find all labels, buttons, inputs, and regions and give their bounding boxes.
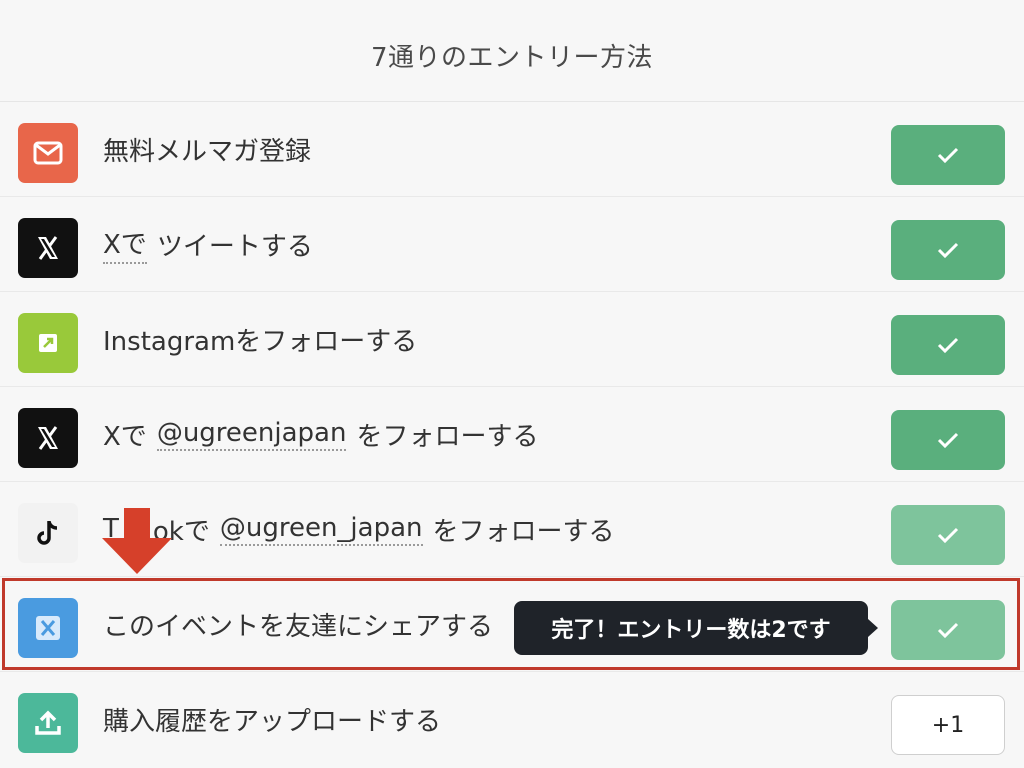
check-icon (937, 242, 959, 258)
entry-row-upload-purchase[interactable]: 購入履歴をアップロードする +1 (0, 672, 1024, 767)
entry-label: Instagramをフォローする (103, 326, 418, 357)
entry-done-button[interactable] (891, 505, 1005, 565)
entry-label-text: ツイートする (156, 231, 313, 262)
arrow-down-icon (102, 508, 172, 574)
entry-done-button[interactable] (891, 410, 1005, 470)
entry-done-button[interactable] (891, 220, 1005, 280)
entry-done-button[interactable] (891, 125, 1005, 185)
entry-methods-panel: 7通りのエントリー方法 無料メルマガ登録 Xで ツイートする Instagramを… (0, 0, 1024, 768)
entry-label-suffix: をフォローする (356, 421, 539, 452)
entry-row-newsletter[interactable]: 無料メルマガ登録 (0, 102, 1024, 197)
check-icon (937, 147, 959, 163)
account-handle: @ugreenjapan (156, 418, 347, 451)
x-logo-icon (18, 598, 78, 658)
entry-label: Tokで @ugreen_japan をフォローする (103, 482, 615, 576)
check-icon (937, 622, 959, 638)
entry-label: このイベントを友達にシェアする (103, 611, 494, 642)
account-handle: @ugreen_japan (219, 513, 423, 546)
check-icon (937, 527, 959, 543)
entry-plus-button[interactable]: +1 (891, 695, 1005, 755)
tooltip-tail (868, 619, 878, 637)
x-logo-icon (18, 218, 78, 278)
check-icon (937, 337, 959, 353)
entry-label: Xで ツイートする (103, 197, 313, 291)
external-link-icon (18, 313, 78, 373)
entry-methods-header: 7通りのエントリー方法 (0, 10, 1024, 102)
entry-label-prefix: Xで (103, 224, 147, 264)
check-icon (937, 432, 959, 448)
entry-done-button[interactable] (891, 315, 1005, 375)
x-logo-icon (18, 408, 78, 468)
entry-row-x-tweet[interactable]: Xで ツイートする (0, 197, 1024, 292)
page-title: 7通りのエントリー方法 (370, 43, 654, 73)
tiktok-icon (18, 503, 78, 563)
upload-icon (18, 693, 78, 753)
entry-row-x-follow[interactable]: Xで @ugreenjapan をフォローする (0, 387, 1024, 482)
entry-label-prefix: Xで (103, 421, 147, 452)
completion-tooltip: 完了！エントリー数は2です (514, 601, 868, 655)
entry-done-button[interactable] (891, 600, 1005, 660)
mail-icon (18, 123, 78, 183)
entry-label-suffix: をフォローする (432, 516, 615, 547)
entry-row-instagram[interactable]: Instagramをフォローする (0, 292, 1024, 387)
entry-label: 無料メルマガ登録 (103, 136, 312, 167)
entry-label: 購入履歴をアップロードする (103, 707, 442, 737)
entry-label: Xで @ugreenjapan をフォローする (103, 387, 538, 481)
